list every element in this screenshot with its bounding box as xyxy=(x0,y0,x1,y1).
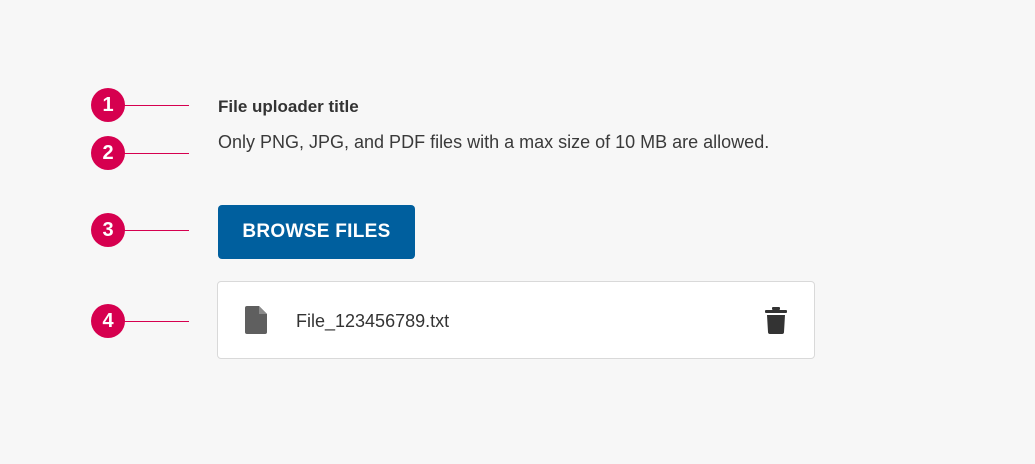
file-icon xyxy=(245,306,267,334)
callout-badge-2: 2 xyxy=(91,136,125,170)
uploader-description: Only PNG, JPG, and PDF files with a max … xyxy=(218,132,770,152)
file-name: File_123456789.txt xyxy=(296,311,450,331)
uploader-title: File uploader title xyxy=(218,97,359,116)
callout-2: 2 xyxy=(91,136,191,170)
callout-4: 4 xyxy=(91,304,191,338)
trash-icon[interactable] xyxy=(765,307,787,334)
callout-badge-1: 1 xyxy=(91,88,125,122)
file-list-item: File_123456789.txt xyxy=(217,281,815,359)
callout-3: 3 xyxy=(91,213,191,247)
callout-line-1 xyxy=(123,105,189,106)
callout-line-4 xyxy=(123,321,189,322)
browse-files-button[interactable]: BROWSE FILES xyxy=(218,205,415,259)
callout-line-3 xyxy=(123,230,189,231)
callout-line-2 xyxy=(123,153,189,154)
callout-badge-4: 4 xyxy=(91,304,125,338)
callout-1: 1 xyxy=(91,88,191,122)
callout-badge-3: 3 xyxy=(91,213,125,247)
